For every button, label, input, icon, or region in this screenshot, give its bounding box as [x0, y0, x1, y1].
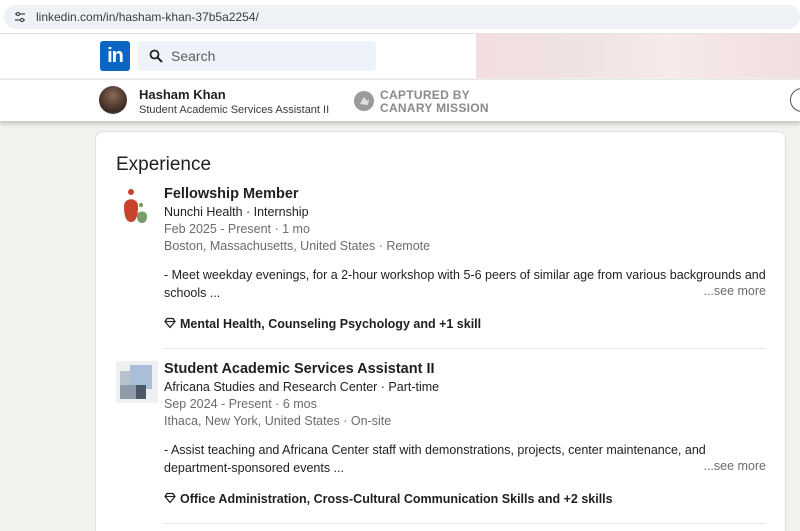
search-input[interactable]: Search: [137, 41, 376, 71]
divider: [164, 523, 766, 524]
see-more-link[interactable]: ...see more: [703, 459, 766, 473]
see-more-link[interactable]: ...see more: [703, 284, 766, 298]
skills-row[interactable]: Office Administration, Cross-Cultural Co…: [164, 492, 613, 506]
company-name: Nunchi Health · Internship: [164, 205, 309, 219]
sticky-profile-bar: Hasham Khan Student Academic Services As…: [0, 79, 800, 121]
job-dates: Feb 2025 - Present · 1 mo: [164, 222, 310, 236]
captured-by-text: CAPTURED BY: [380, 88, 470, 102]
header-banner: [476, 34, 800, 78]
job-title[interactable]: Fellowship Member: [164, 186, 299, 202]
africana-center-logo[interactable]: [116, 361, 158, 403]
company-name: Africana Studies and Research Center · P…: [164, 380, 440, 394]
diamond-icon: [164, 492, 176, 504]
search-placeholder: Search: [171, 48, 216, 64]
url-field[interactable]: linkedin.com/in/hasham-khan-37b5a2254/: [4, 5, 800, 29]
nunchi-health-logo[interactable]: [116, 186, 158, 228]
experience-item: Fellowship Member Nunchi Health · Intern…: [116, 186, 776, 346]
canary-mission-icon: [354, 91, 374, 111]
linkedin-logo[interactable]: in: [100, 41, 130, 71]
browser-address-bar: linkedin.com/in/hasham-khan-37b5a2254/: [0, 0, 800, 34]
experience-card: Experience Fellowship Member Nunchi Heal…: [95, 131, 786, 531]
skills-row[interactable]: Mental Health, Counseling Psychology and…: [164, 317, 481, 331]
profile-name: Hasham Khan: [139, 87, 226, 102]
job-location: Ithaca, New York, United States · On-sit…: [164, 414, 392, 428]
url-text: linkedin.com/in/hasham-khan-37b5a2254/: [36, 10, 259, 24]
skills-text: Mental Health, Counseling Psychology and…: [180, 317, 482, 331]
section-title: Experience: [116, 154, 212, 175]
avatar[interactable]: [99, 86, 127, 114]
canary-mission-text: CANARY MISSION: [380, 101, 489, 115]
job-description: - Meet weekday evenings, for a 2-hour wo…: [164, 268, 766, 300]
search-icon: [149, 49, 163, 63]
job-dates: Sep 2024 - Present · 6 mos: [164, 397, 317, 411]
profile-headline: Student Academic Services Assistant II: [139, 104, 330, 116]
job-location: Boston, Massachusetts, United States · R…: [164, 239, 431, 253]
job-title[interactable]: Student Academic Services Assistant II: [164, 361, 435, 377]
linkedin-header: in Search: [0, 34, 800, 78]
experience-item: Student Academic Services Assistant II A…: [116, 361, 776, 521]
tune-icon[interactable]: [14, 11, 26, 23]
diamond-icon: [164, 317, 176, 329]
more-button[interactable]: [790, 88, 800, 112]
skills-text: Office Administration, Cross-Cultural Co…: [180, 492, 613, 506]
divider: [164, 348, 766, 349]
job-description: - Assist teaching and Africana Center st…: [164, 443, 706, 475]
